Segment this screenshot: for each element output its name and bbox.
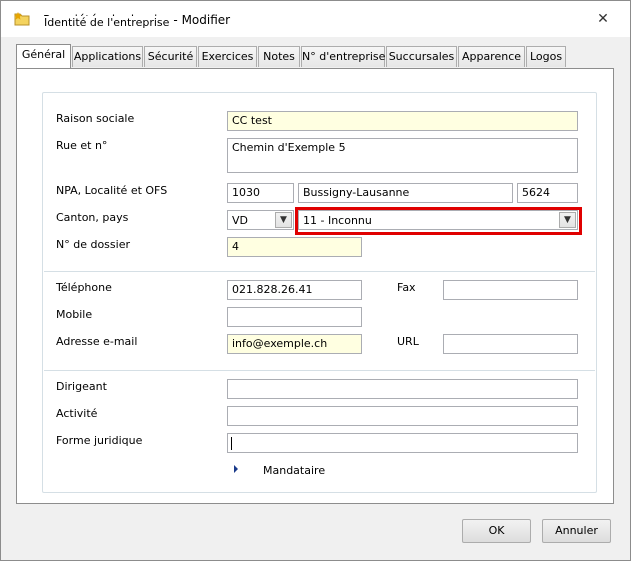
dirigeant-label: Dirigeant — [56, 380, 107, 393]
mobile-label: Mobile — [56, 308, 93, 321]
rue-label: Rue et n° — [56, 139, 108, 152]
activite-field[interactable] — [227, 406, 578, 426]
telephone-field[interactable]: 021.828.26.41 — [227, 280, 362, 300]
rue-field[interactable]: Chemin d'Exemple 5 — [227, 138, 578, 173]
group-title: Identité de l'entreprise — [40, 16, 174, 29]
telephone-label: Téléphone — [56, 281, 112, 294]
dossier-field[interactable]: 4 — [227, 237, 362, 257]
localite-field[interactable]: Bussigny-Lausanne — [298, 183, 513, 203]
mandataire-toggle[interactable]: Mandataire — [263, 464, 325, 477]
url-label: URL — [397, 335, 419, 348]
email-label: Adresse e-mail — [56, 335, 138, 348]
tab-apparence[interactable]: Apparence — [458, 46, 525, 67]
triangle-right-icon[interactable] — [234, 465, 238, 473]
tab-applications[interactable]: Applications — [72, 46, 143, 67]
pays-select[interactable]: 11 - Inconnu ▼ — [298, 210, 578, 230]
npa-label: NPA, Localité et OFS — [56, 184, 168, 197]
url-field[interactable] — [443, 334, 578, 354]
tab-notes[interactable]: Notes — [258, 46, 300, 67]
canton-select[interactable]: VD ▼ — [227, 210, 294, 230]
tab-succursales[interactable]: Succursales — [386, 46, 457, 67]
folder-star-icon — [14, 12, 30, 26]
npa-field[interactable]: 1030 — [227, 183, 294, 203]
raison-sociale-label: Raison sociale — [56, 112, 135, 125]
dirigeant-field[interactable] — [227, 379, 578, 399]
canton-label: Canton, pays — [56, 211, 129, 224]
ofs-field[interactable]: 5624 — [517, 183, 578, 203]
raison-sociale-field[interactable]: CC test — [227, 111, 578, 131]
chevron-down-icon[interactable]: ▼ — [559, 212, 576, 228]
tab-general[interactable]: Général — [16, 44, 71, 68]
tab-exercices[interactable]: Exercices — [198, 46, 257, 67]
mobile-field[interactable] — [227, 307, 362, 327]
forme-juridique-field[interactable] — [227, 433, 578, 453]
fax-label: Fax — [397, 281, 416, 294]
chevron-down-icon[interactable]: ▼ — [275, 212, 292, 228]
tab-logos[interactable]: Logos — [526, 46, 566, 67]
canton-value: VD — [232, 214, 248, 227]
text-cursor — [231, 437, 232, 450]
fax-field[interactable] — [443, 280, 578, 300]
forme-juridique-label: Forme juridique — [56, 434, 143, 447]
pays-value: 11 - Inconnu — [303, 214, 372, 227]
divider — [44, 370, 595, 371]
tab-bar: Général Applications Sécurité Exercices … — [16, 44, 616, 69]
divider — [44, 271, 595, 272]
dossier-label: N° de dossier — [56, 238, 130, 251]
tab-n-entreprise[interactable]: N° d'entreprise — [301, 46, 385, 67]
email-field[interactable]: info@exemple.ch — [227, 334, 362, 354]
close-icon[interactable]: ✕ — [593, 9, 613, 29]
cancel-button[interactable]: Annuler — [542, 519, 611, 543]
ok-button[interactable]: OK — [462, 519, 531, 543]
tab-securite[interactable]: Sécurité — [144, 46, 197, 67]
activite-label: Activité — [56, 407, 98, 420]
